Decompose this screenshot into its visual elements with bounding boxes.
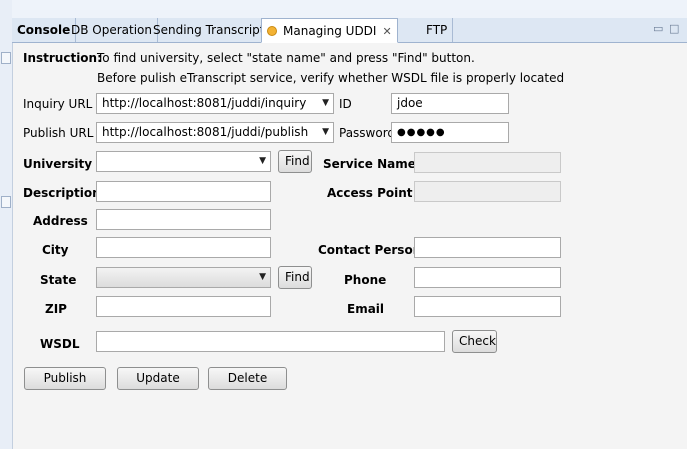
tab-db-operation[interactable]: DB Operation xyxy=(66,18,159,42)
window-top-band xyxy=(12,0,687,18)
inquiry-url-label: Inquiry URL xyxy=(23,97,93,111)
chevron-down-icon: ▼ xyxy=(259,156,266,166)
publish-url-combo[interactable]: http://localhost:8081/juddi/publish ▼ xyxy=(96,122,334,143)
close-icon[interactable]: ✕ xyxy=(382,25,391,38)
side-marker xyxy=(1,52,11,64)
status-dot-icon xyxy=(267,26,277,36)
address-label: Address xyxy=(33,214,88,228)
side-marker xyxy=(1,196,11,208)
description-field[interactable] xyxy=(96,181,271,202)
wsdl-label: WSDL xyxy=(40,337,80,351)
minimize-icon[interactable]: ▭ xyxy=(653,22,663,35)
publish-button[interactable]: Publish xyxy=(24,367,106,390)
update-button[interactable]: Update xyxy=(117,367,199,390)
city-label: City xyxy=(42,243,69,257)
phone-label: Phone xyxy=(344,273,387,287)
find-university-button[interactable]: Find xyxy=(278,150,312,173)
instruction-label: Instruction: xyxy=(23,51,102,65)
tab-managing-uddi[interactable]: Managing UDDI ✕ xyxy=(261,18,398,43)
tab-label: Console xyxy=(17,23,71,37)
chevron-down-icon: ▼ xyxy=(322,98,329,108)
contact-person-label: Contact Person xyxy=(318,243,422,257)
tab-label: DB Operation xyxy=(71,23,153,37)
access-point-field[interactable] xyxy=(414,181,561,202)
access-point-label: Access Point xyxy=(327,186,413,200)
instruction-line-2: Before pulish eTranscript service, verif… xyxy=(97,71,565,85)
publish-url-label: Publish URL xyxy=(23,126,94,140)
service-name-label: Service Name xyxy=(323,157,416,171)
state-combo[interactable]: ▼ xyxy=(96,267,271,288)
tab-sending-transcript[interactable]: Sending Transcript xyxy=(148,18,271,42)
tab-label: Managing UDDI xyxy=(283,24,377,38)
address-field[interactable] xyxy=(96,209,271,230)
password-field[interactable]: ●●●●● xyxy=(391,122,509,143)
id-label: ID xyxy=(339,97,352,111)
service-name-field[interactable] xyxy=(414,152,561,173)
email-field[interactable] xyxy=(414,296,561,317)
zip-field[interactable] xyxy=(96,296,271,317)
university-label: University xyxy=(23,157,93,171)
tab-ftp[interactable]: FTP xyxy=(410,18,454,42)
delete-button[interactable]: Delete xyxy=(208,367,287,390)
check-button[interactable]: Check xyxy=(452,330,497,353)
maximize-icon[interactable]: □ xyxy=(669,22,679,35)
phone-field[interactable] xyxy=(414,267,561,288)
chevron-down-icon: ▼ xyxy=(259,272,266,282)
password-label: Password xyxy=(339,126,396,140)
chevron-down-icon: ▼ xyxy=(322,127,329,137)
instruction-line-1: To find university, select "state name" … xyxy=(97,51,475,65)
zip-label: ZIP xyxy=(45,302,67,316)
email-label: Email xyxy=(347,302,385,316)
university-combo[interactable]: ▼ xyxy=(96,151,271,172)
city-field[interactable] xyxy=(96,237,271,258)
inquiry-url-value: http://localhost:8081/juddi/inquiry xyxy=(102,96,307,110)
state-label: State xyxy=(40,273,77,287)
wsdl-field[interactable] xyxy=(96,331,445,352)
contact-person-field[interactable] xyxy=(414,237,561,258)
publish-url-value: http://localhost:8081/juddi/publish xyxy=(102,125,309,139)
find-state-button[interactable]: Find xyxy=(278,266,312,289)
inquiry-url-combo[interactable]: http://localhost:8081/juddi/inquiry ▼ xyxy=(96,93,334,114)
id-field[interactable]: jdoe xyxy=(391,93,509,114)
description-label: Description xyxy=(23,186,101,200)
tab-label: FTP xyxy=(426,23,448,37)
tab-label: Sending Transcript xyxy=(153,23,265,37)
